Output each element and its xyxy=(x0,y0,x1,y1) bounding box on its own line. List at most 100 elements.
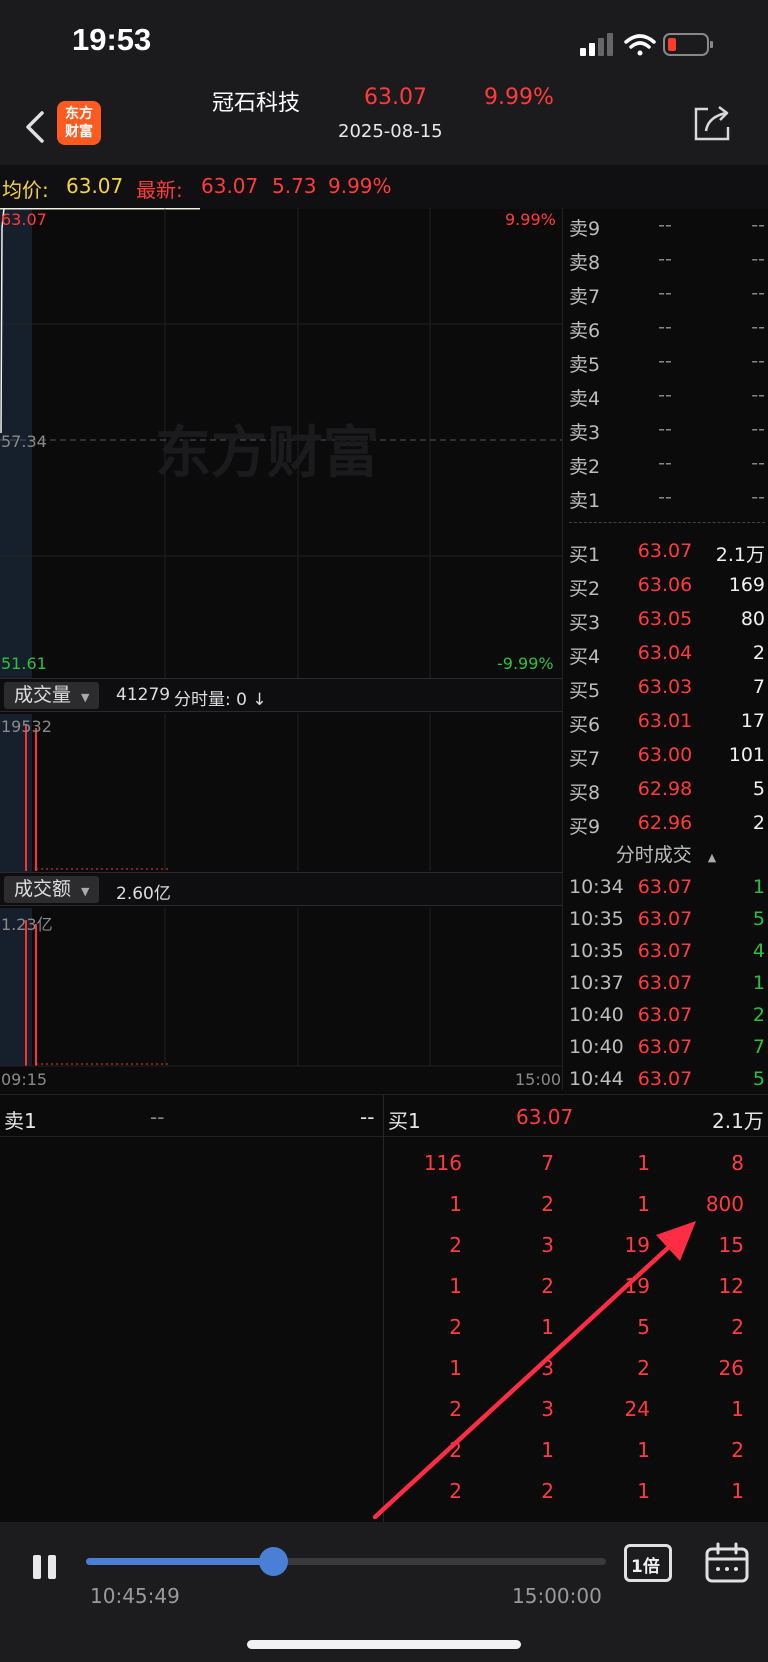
status-bar: 19:53 xyxy=(0,0,768,85)
sell-price: -- xyxy=(658,384,672,406)
trade-time: 10:34 xyxy=(569,876,624,898)
buy-price: 62.98 xyxy=(637,778,693,800)
buy-row[interactable]: 买6 63.01 17 xyxy=(563,704,768,738)
trade-volume: 4 xyxy=(752,940,765,962)
trade-time: 10:44 xyxy=(569,1068,624,1090)
trade-row: 10:40 63.07 7 xyxy=(563,1030,768,1062)
playback-current-time: 10:45:49 xyxy=(90,1584,180,1608)
trade-price: 63.07 xyxy=(637,972,693,994)
trade-volume: 5 xyxy=(752,1068,765,1090)
buy-row[interactable]: 买7 63.00 101 xyxy=(563,738,768,772)
trades-header[interactable]: 分时成交 ▲ xyxy=(563,840,768,870)
sell-level-label: 卖7 xyxy=(569,286,601,308)
order-queue: 卖1 -- -- 买1 63.07 2.1万 116 7 1 8 1 2 1 800 231… xyxy=(0,1094,768,1523)
trade-time: 10:37 xyxy=(569,972,624,994)
volume-selector[interactable]: 成交量 ▼ xyxy=(4,682,100,709)
buy-price: 63.07 xyxy=(637,540,693,562)
queue-sell-volume: -- xyxy=(360,1105,375,1129)
home-indicator xyxy=(247,1640,521,1649)
annotation-arrow-icon xyxy=(372,1221,696,1520)
sell-level-label: 卖9 xyxy=(569,218,601,240)
volume-bar: 成交量 ▼ 41279 分时量: 0 ↓ xyxy=(0,678,562,712)
app-logo[interactable]: 东方 财富 xyxy=(57,101,101,145)
sell-level-label: 卖6 xyxy=(569,320,601,342)
sell-row[interactable]: 卖4 -- -- xyxy=(563,378,768,412)
sell-level-label: 卖5 xyxy=(569,354,601,376)
buy-level-label: 买5 xyxy=(569,680,601,702)
sell-volume: -- xyxy=(751,384,765,406)
intraday-chart[interactable]: 63.07 9.99% 57.34 东方财富 51.61 -9.99% 成交量 ▼… xyxy=(0,208,562,1090)
sell-row[interactable]: 卖2 -- -- xyxy=(563,446,768,480)
buy-volume: 169 xyxy=(728,574,765,596)
pause-icon[interactable] xyxy=(30,1552,60,1582)
trade-volume: 5 xyxy=(752,908,765,930)
buy-row[interactable]: 买2 63.06 169 xyxy=(563,568,768,602)
buy-row[interactable]: 买1 63.07 2.1万 xyxy=(563,534,768,568)
change-pct: 9.99% xyxy=(328,174,392,198)
buy-volume: 2 xyxy=(752,812,765,834)
price-mid-label: 57.34 xyxy=(1,432,47,451)
sell-price: -- xyxy=(658,248,672,270)
buy-row[interactable]: 买3 63.05 80 xyxy=(563,602,768,636)
buy-volume: 17 xyxy=(740,710,765,732)
amount-max-label: 1.23亿 xyxy=(1,915,53,934)
sell-row[interactable]: 卖9 -- -- xyxy=(563,208,768,242)
sell-volume: -- xyxy=(751,452,765,474)
queue-sell-label: 卖1 xyxy=(4,1109,37,1133)
buy-row[interactable]: 买8 62.98 5 xyxy=(563,772,768,806)
change-value: 5.73 xyxy=(272,174,317,198)
trade-time: 10:40 xyxy=(569,1004,624,1026)
chevron-up-icon: ▲ xyxy=(707,851,717,864)
queue-sell-price: -- xyxy=(150,1105,165,1129)
speed-button[interactable]: 1倍 xyxy=(624,1544,672,1582)
back-icon[interactable] xyxy=(20,107,52,147)
pct-low-label: -9.99% xyxy=(497,654,554,673)
trade-row: 10:37 63.07 1 xyxy=(563,966,768,998)
buy-level-label: 买4 xyxy=(569,646,601,668)
signal-icon xyxy=(580,33,613,56)
trade-price: 63.07 xyxy=(637,1068,693,1090)
buy-volume: 80 xyxy=(740,608,765,630)
trade-time: 10:35 xyxy=(569,940,624,962)
buy-level-label: 买6 xyxy=(569,714,601,736)
buy-price: 62.96 xyxy=(637,812,693,834)
buy-row[interactable]: 买9 62.96 2 xyxy=(563,806,768,840)
sell-level-label: 卖2 xyxy=(569,456,601,478)
progress-handle[interactable] xyxy=(259,1547,289,1576)
buy-price: 63.00 xyxy=(637,744,693,766)
trade-row: 10:44 63.07 5 xyxy=(563,1062,768,1090)
stock-price: 63.07 xyxy=(364,85,427,110)
sell-row[interactable]: 卖1 -- -- xyxy=(563,480,768,514)
stock-date: 2025-08-15 xyxy=(338,121,443,142)
playback-end-time: 15:00:00 xyxy=(512,1584,602,1608)
buy-level-label: 买7 xyxy=(569,748,601,770)
queue-cell: 116 xyxy=(423,1151,462,1175)
share-icon[interactable] xyxy=(692,103,732,143)
sell-volume: -- xyxy=(751,214,765,236)
app-header: 东方 财富 冠石科技 63.07 9.99% 2025-08-15 xyxy=(0,85,768,165)
sell-row[interactable]: 卖3 -- -- xyxy=(563,412,768,446)
sell-row[interactable]: 卖6 -- -- xyxy=(563,310,768,344)
status-icons xyxy=(580,33,713,56)
amount-selector[interactable]: 成交额 ▼ xyxy=(4,876,100,903)
buy-price: 63.01 xyxy=(637,710,693,732)
logo-text-1: 东方 xyxy=(65,106,93,122)
buy-row[interactable]: 买5 63.03 7 xyxy=(563,670,768,704)
sell-row[interactable]: 卖7 -- -- xyxy=(563,276,768,310)
time-end-label: 15:00 xyxy=(515,1070,562,1089)
calendar-icon[interactable] xyxy=(704,1542,750,1584)
sell-volume: -- xyxy=(751,486,765,508)
battery-icon xyxy=(663,33,713,56)
buy-volume: 2 xyxy=(752,642,765,664)
sell-row[interactable]: 卖8 -- -- xyxy=(563,242,768,276)
wifi-icon xyxy=(624,34,656,56)
price-high-label: 63.07 xyxy=(1,210,47,229)
sell-level-label: 卖8 xyxy=(569,252,601,274)
stock-name: 冠石科技 xyxy=(212,91,301,116)
sell-row[interactable]: 卖5 -- -- xyxy=(563,344,768,378)
sell-level-label: 卖3 xyxy=(569,422,601,444)
trade-volume: 7 xyxy=(752,1036,765,1058)
queue-cell: 8 xyxy=(731,1151,744,1175)
buy-row[interactable]: 买4 63.04 2 xyxy=(563,636,768,670)
sell-volume: -- xyxy=(751,248,765,270)
